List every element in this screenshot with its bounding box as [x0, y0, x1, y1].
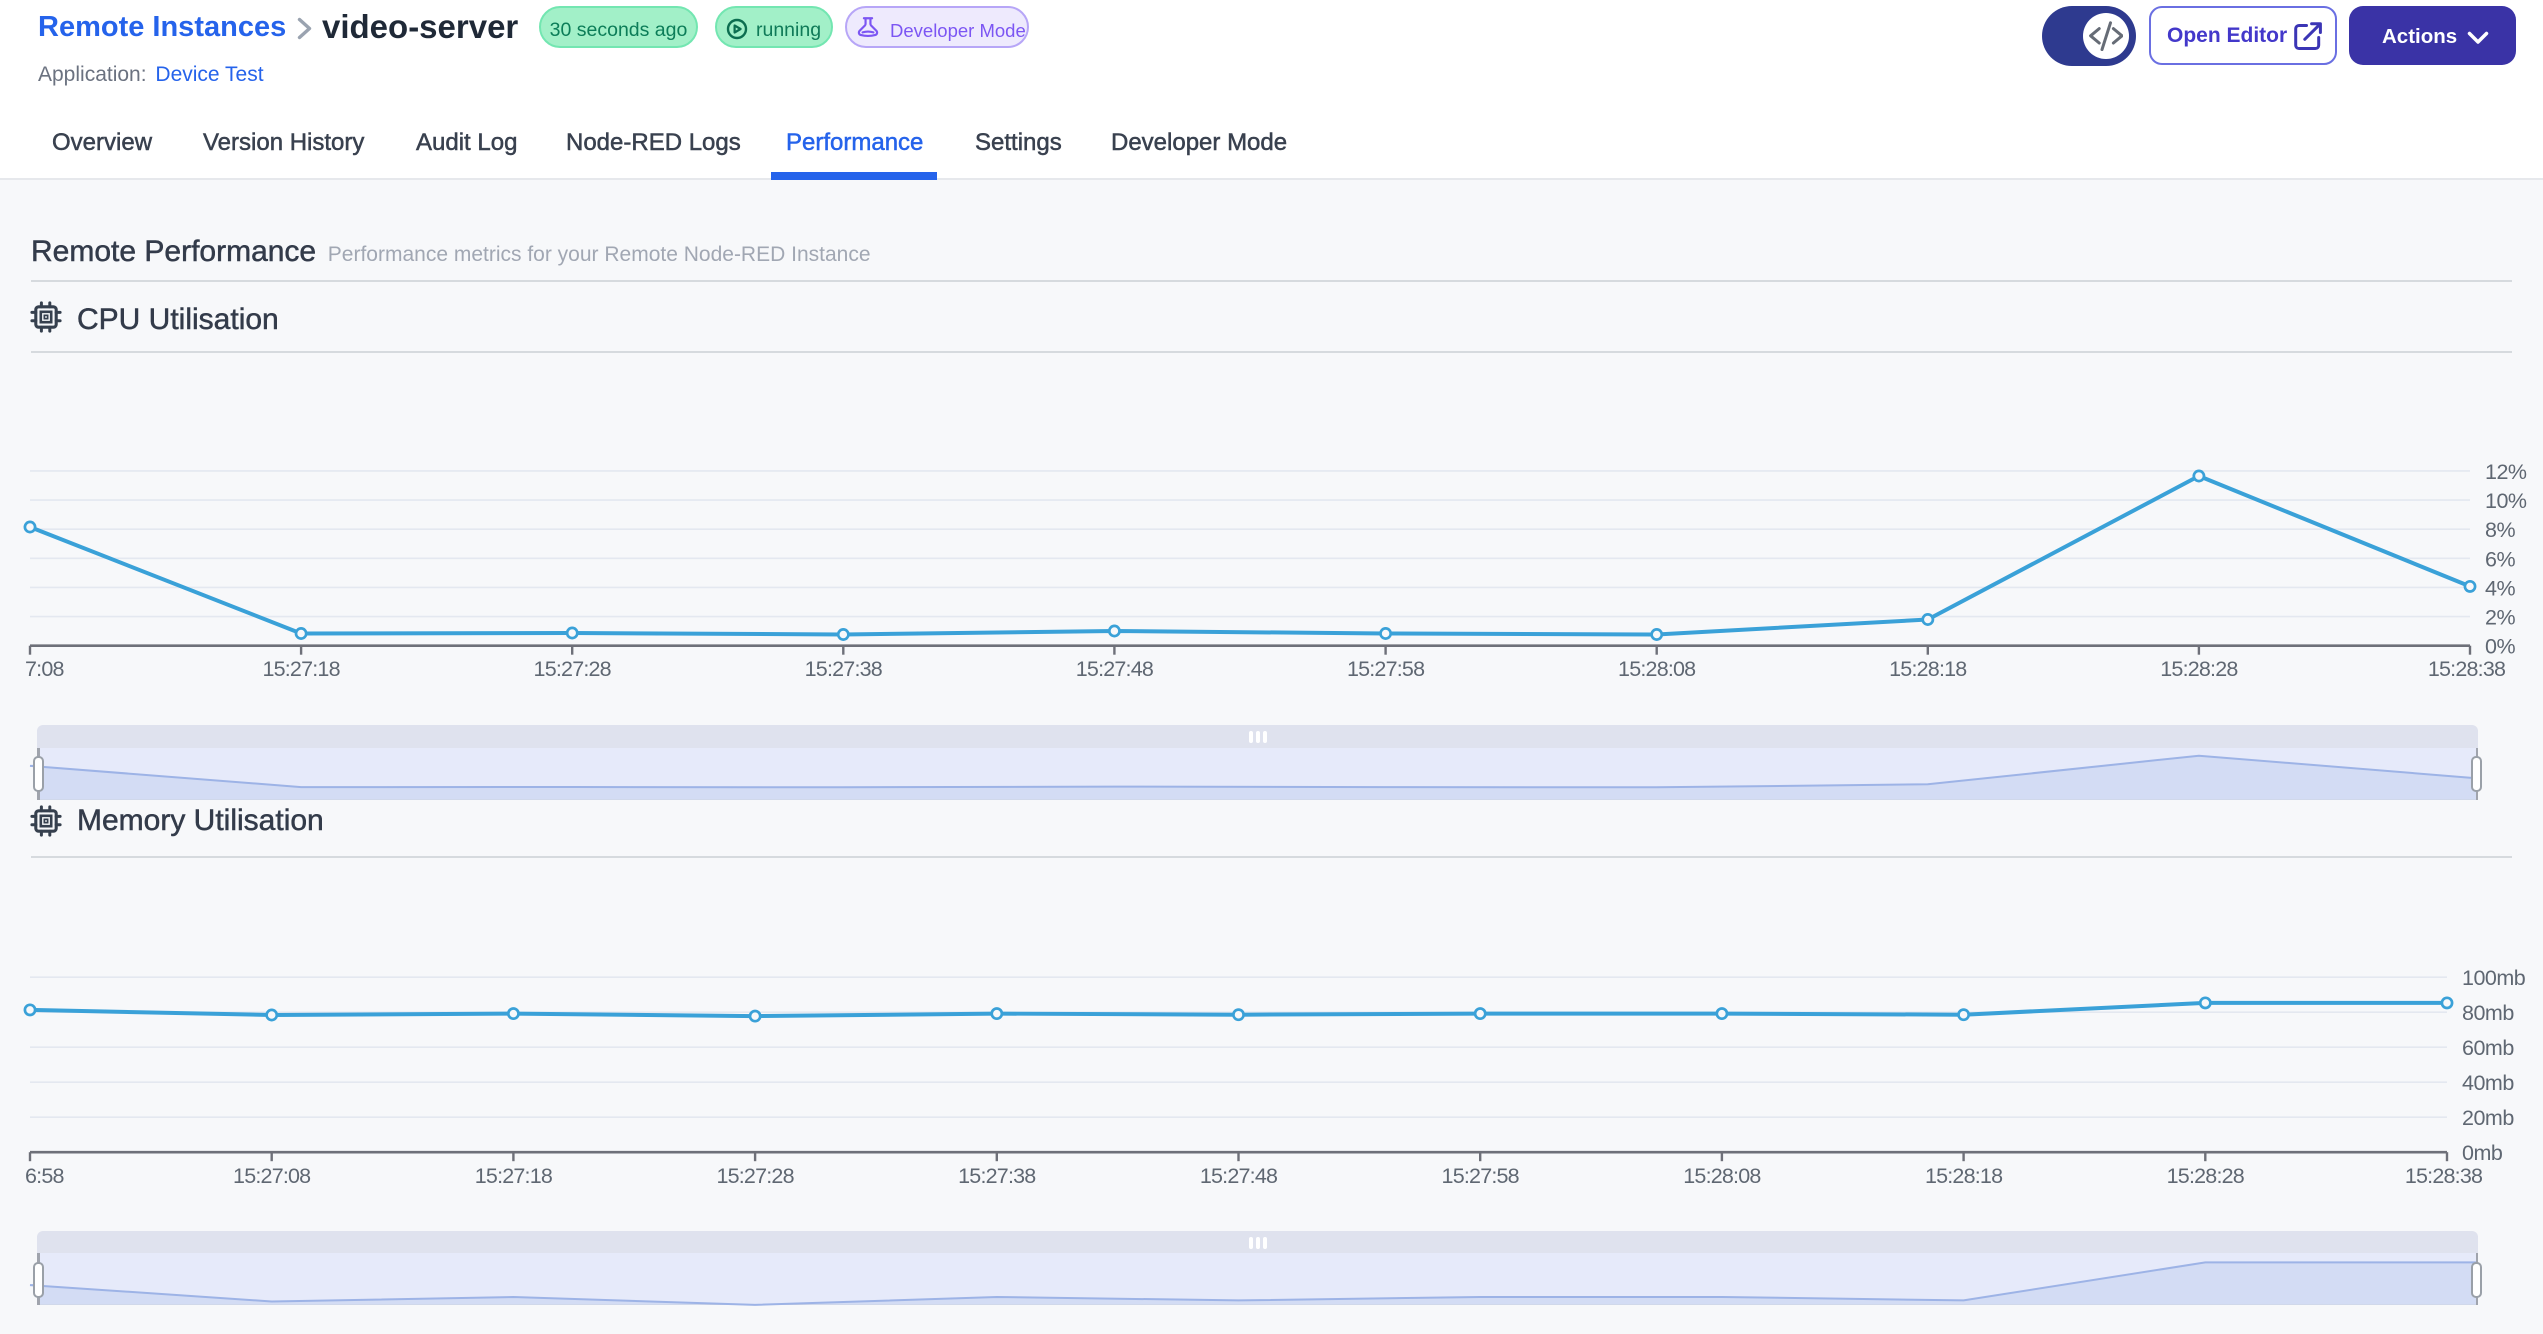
svg-text:15:28:28: 15:28:28 [2160, 657, 2238, 681]
svg-text:15:27:38: 15:27:38 [805, 657, 883, 681]
svg-text:15:27:08: 15:27:08 [233, 1164, 311, 1188]
svg-text:15:28:38: 15:28:38 [2405, 1164, 2483, 1188]
svg-text:15:27:38: 15:27:38 [958, 1164, 1036, 1188]
svg-text:15:28:08: 15:28:08 [1683, 1164, 1761, 1188]
svg-text:15:27:28: 15:27:28 [716, 1164, 794, 1188]
svg-text:40mb: 40mb [2462, 1071, 2514, 1095]
svg-text:15:28:28: 15:28:28 [2167, 1164, 2245, 1188]
svg-text:15:28:38: 15:28:38 [2428, 657, 2506, 681]
svg-text:12%: 12% [2485, 460, 2527, 484]
svg-text:0mb: 0mb [2462, 1141, 2503, 1165]
svg-text:6%: 6% [2485, 547, 2515, 571]
svg-text:15:27:58: 15:27:58 [1442, 1164, 1520, 1188]
svg-text:15:27:48: 15:27:48 [1076, 657, 1154, 681]
svg-text:20mb: 20mb [2462, 1106, 2514, 1130]
svg-text:15:27:18: 15:27:18 [262, 657, 340, 681]
svg-text:80mb: 80mb [2462, 1001, 2514, 1025]
svg-text:0%: 0% [2485, 635, 2515, 659]
svg-text:15:27:48: 15:27:48 [1200, 1164, 1278, 1188]
svg-text:2%: 2% [2485, 606, 2515, 630]
svg-text:15:27:18: 15:27:18 [475, 1164, 553, 1188]
svg-text:100mb: 100mb [2462, 966, 2526, 990]
svg-text:6:58: 6:58 [25, 1164, 64, 1188]
svg-text:10%: 10% [2485, 489, 2527, 513]
svg-text:8%: 8% [2485, 518, 2515, 542]
svg-text:60mb: 60mb [2462, 1036, 2514, 1060]
svg-text:15:27:58: 15:27:58 [1347, 657, 1425, 681]
svg-text:15:28:08: 15:28:08 [1618, 657, 1696, 681]
svg-text:4%: 4% [2485, 576, 2515, 600]
svg-text:15:28:18: 15:28:18 [1925, 1164, 2003, 1188]
svg-text:15:28:18: 15:28:18 [1889, 657, 1967, 681]
svg-text:7:08: 7:08 [25, 657, 64, 681]
svg-text:15:27:28: 15:27:28 [534, 657, 612, 681]
